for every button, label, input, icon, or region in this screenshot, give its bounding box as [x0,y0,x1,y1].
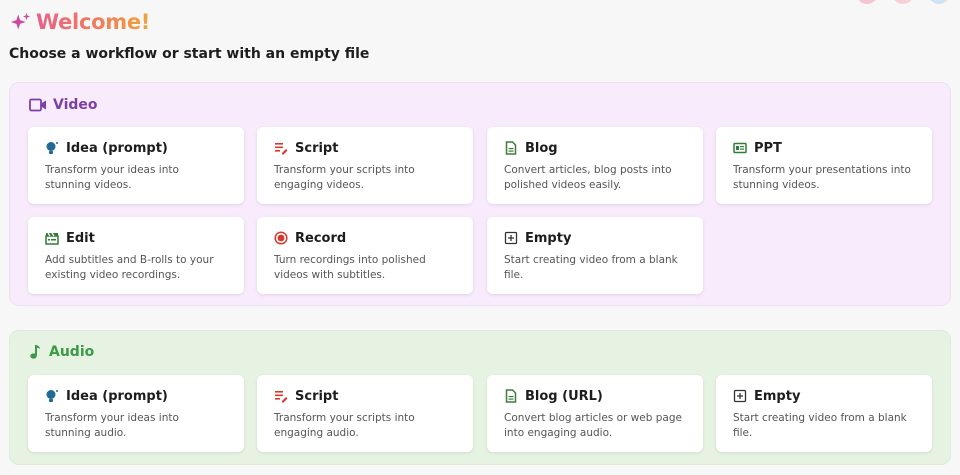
music-note-icon [30,345,40,359]
page-title: Welcome! [36,10,151,34]
script-icon [274,389,288,403]
audio-card-empty[interactable]: Empty Start creating video from a blank … [716,375,932,452]
avatar[interactable] [892,0,914,4]
audio-card-idea[interactable]: Idea (prompt) Transform your ideas into … [28,375,244,452]
script-icon [274,141,288,155]
clapperboard-icon [45,231,59,245]
document-icon [504,141,518,155]
record-icon [274,231,288,245]
plus-square-icon [733,389,747,403]
audio-card-blog-url[interactable]: Blog (URL) Convert blog articles or web … [487,375,703,452]
avatar[interactable] [928,0,950,4]
video-card-ppt[interactable]: PPT Transform your presentations into st… [716,127,932,204]
sparkle-icon [10,12,31,30]
video-card-edit[interactable]: Edit Add subtitles and B-rolls to your e… [28,217,244,294]
video-camera-icon [29,98,46,112]
video-card-empty[interactable]: Empty Start creating video from a blank … [487,217,703,294]
video-section: Video Idea (prompt) Transform your ideas… [9,82,951,306]
welcome-header: Welcome! [10,10,150,34]
presentation-icon [733,141,747,155]
video-card-script[interactable]: Script Transform your scripts into engag… [257,127,473,204]
lightbulb-icon [45,389,59,403]
audio-card-script[interactable]: Script Transform your scripts into engag… [257,375,473,452]
page-subtitle: Choose a workflow or start with an empty… [9,46,370,62]
section-title-video: Video [29,97,98,113]
video-card-idea[interactable]: Idea (prompt) Transform your ideas into … [28,127,244,204]
document-icon [504,389,518,403]
section-title-audio: Audio [29,344,94,360]
audio-section: Audio Idea (prompt) Transform your ideas… [9,330,951,465]
video-card-record[interactable]: Record Turn recordings into polished vid… [257,217,473,294]
avatar-group [856,0,950,4]
lightbulb-icon [45,141,59,155]
avatar[interactable] [856,0,878,4]
video-card-blog[interactable]: Blog Convert articles, blog posts into p… [487,127,703,204]
plus-square-icon [504,231,518,245]
